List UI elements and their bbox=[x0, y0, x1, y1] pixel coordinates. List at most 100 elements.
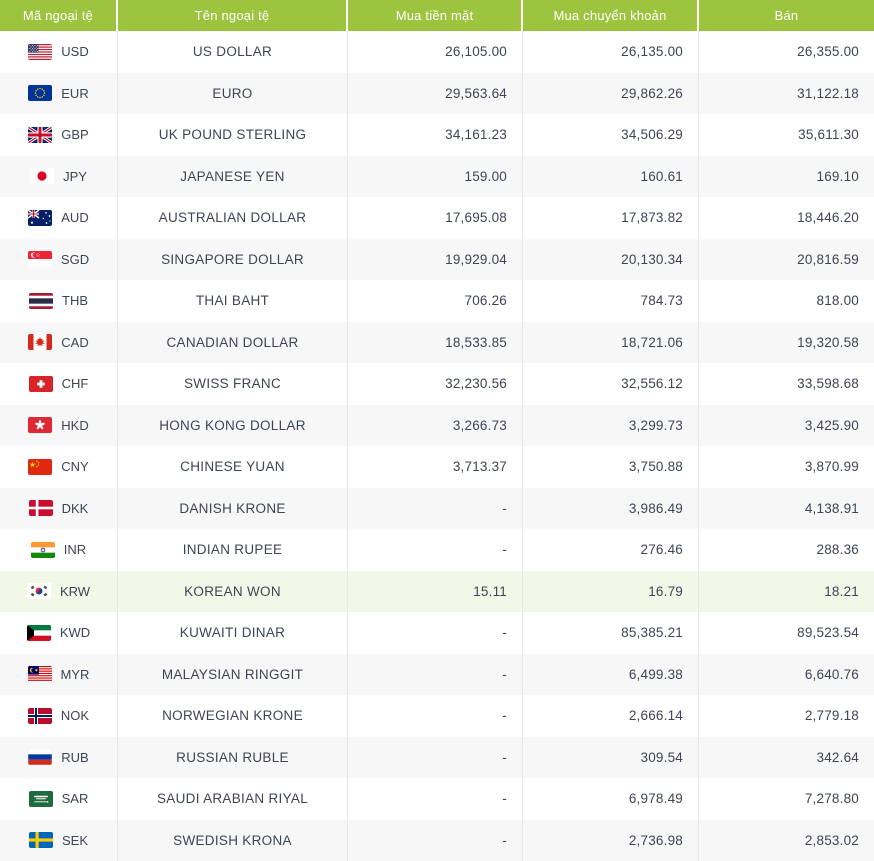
table-body: USDUS DOLLAR26,105.0026,135.0026,355.00E… bbox=[0, 31, 874, 861]
table-row-jpy: JPYJAPANESE YEN159.00160.61169.10 bbox=[0, 156, 874, 198]
table-row-nok: NOKNORWEGIAN KRONE-2,666.142,779.18 bbox=[0, 695, 874, 737]
table-row-sek: SEKSWEDISH KRONA-2,736.982,853.02 bbox=[0, 820, 874, 861]
transfer-buy-value: 20,130.34 bbox=[523, 239, 699, 281]
table-row-krw: KRWKOREAN WON15.1116.7918.21 bbox=[0, 571, 874, 613]
table-row-usd: USD US DOLLAR26,105.0026,135.0026,355.00 bbox=[0, 31, 874, 73]
currency-code-cell: THB bbox=[0, 280, 118, 322]
currency-code: THB bbox=[62, 293, 88, 308]
currency-name: US DOLLAR bbox=[118, 31, 348, 73]
transfer-buy-value: 17,873.82 bbox=[523, 197, 699, 239]
sell-value: 288.36 bbox=[699, 529, 874, 571]
currency-name: CANADIAN DOLLAR bbox=[118, 322, 348, 364]
cash-buy-value: 706.26 bbox=[348, 280, 523, 322]
sell-value: 169.10 bbox=[699, 156, 874, 198]
transfer-buy-value: 160.61 bbox=[523, 156, 699, 198]
cash-buy-value: 18,533.85 bbox=[348, 322, 523, 364]
currency-code-cell: EUR bbox=[0, 73, 118, 115]
sell-value: 2,853.02 bbox=[699, 820, 874, 861]
transfer-buy-value: 309.54 bbox=[523, 737, 699, 779]
currency-code-cell: USD bbox=[0, 31, 118, 73]
currency-code: GBP bbox=[61, 127, 88, 142]
cash-buy-value: 3,713.37 bbox=[348, 446, 523, 488]
currency-name: AUSTRALIAN DOLLAR bbox=[118, 197, 348, 239]
sell-value: 89,523.54 bbox=[699, 612, 874, 654]
currency-code-cell: KRW bbox=[0, 571, 118, 613]
currency-code-cell: CAD bbox=[0, 322, 118, 364]
sg-flag-icon bbox=[28, 251, 52, 267]
table-row-thb: THBTHAI BAHT706.26784.73818.00 bbox=[0, 280, 874, 322]
transfer-buy-value: 26,135.00 bbox=[523, 31, 699, 73]
currency-code: NOK bbox=[61, 708, 89, 723]
transfer-buy-value: 18,721.06 bbox=[523, 322, 699, 364]
column-header-transfer-buy: Mua chuyển khoản bbox=[523, 0, 699, 31]
currency-code-cell: DKK bbox=[0, 488, 118, 530]
sell-value: 19,320.58 bbox=[699, 322, 874, 364]
currency-code: JPY bbox=[63, 169, 87, 184]
cash-buy-value: 29,563.64 bbox=[348, 73, 523, 115]
column-header-sell: Bán bbox=[699, 0, 874, 31]
currency-code: HKD bbox=[61, 418, 88, 433]
exchange-rate-table: Mã ngoại tệ Tên ngoại tệ Mua tiền mặt Mu… bbox=[0, 0, 874, 861]
table-row-cny: CNYCHINESE YUAN3,713.373,750.883,870.99 bbox=[0, 446, 874, 488]
currency-name: SWEDISH KRONA bbox=[118, 820, 348, 861]
currency-code: KWD bbox=[60, 625, 90, 640]
currency-code-cell: SAR bbox=[0, 778, 118, 820]
table-row-eur: EUREURO29,563.6429,862.2631,122.18 bbox=[0, 73, 874, 115]
sell-value: 818.00 bbox=[699, 280, 874, 322]
my-flag-icon bbox=[28, 666, 52, 682]
transfer-buy-value: 16.79 bbox=[523, 571, 699, 613]
sell-value: 20,816.59 bbox=[699, 239, 874, 281]
sell-value: 33,598.68 bbox=[699, 363, 874, 405]
sell-value: 26,355.00 bbox=[699, 31, 874, 73]
se-flag-icon bbox=[29, 832, 53, 848]
cash-buy-value: - bbox=[348, 612, 523, 654]
cash-buy-value: 32,230.56 bbox=[348, 363, 523, 405]
sell-value: 31,122.18 bbox=[699, 73, 874, 115]
currency-code: SAR bbox=[62, 791, 89, 806]
currency-name: KOREAN WON bbox=[118, 571, 348, 613]
sell-value: 342.64 bbox=[699, 737, 874, 779]
currency-name: RUSSIAN RUBLE bbox=[118, 737, 348, 779]
cash-buy-value: 15.11 bbox=[348, 571, 523, 613]
in-flag-icon bbox=[31, 542, 55, 558]
sell-value: 7,278.80 bbox=[699, 778, 874, 820]
currency-code-cell: HKD bbox=[0, 405, 118, 447]
transfer-buy-value: 29,862.26 bbox=[523, 73, 699, 115]
cn-flag-icon bbox=[28, 459, 52, 475]
transfer-buy-value: 3,299.73 bbox=[523, 405, 699, 447]
sell-value: 18,446.20 bbox=[699, 197, 874, 239]
sell-value: 6,640.76 bbox=[699, 654, 874, 696]
currency-code: DKK bbox=[62, 501, 89, 516]
table-row-cad: CADCANADIAN DOLLAR18,533.8518,721.0619,3… bbox=[0, 322, 874, 364]
cash-buy-value: - bbox=[348, 820, 523, 861]
currency-code-cell: SEK bbox=[0, 820, 118, 861]
currency-code-cell: GBP bbox=[0, 114, 118, 156]
hk-flag-icon bbox=[28, 417, 52, 433]
cash-buy-value: - bbox=[348, 695, 523, 737]
currency-name: SAUDI ARABIAN RIYAL bbox=[118, 778, 348, 820]
currency-code-cell: MYR bbox=[0, 654, 118, 696]
kw-flag-icon bbox=[27, 625, 51, 641]
currency-name: KUWAITI DINAR bbox=[118, 612, 348, 654]
transfer-buy-value: 276.46 bbox=[523, 529, 699, 571]
kr-flag-icon bbox=[27, 583, 51, 599]
currency-code-cell: NOK bbox=[0, 695, 118, 737]
table-row-aud: AUDAUSTRALIAN DOLLAR17,695.0817,873.8218… bbox=[0, 197, 874, 239]
currency-name: NORWEGIAN KRONE bbox=[118, 695, 348, 737]
us-flag-icon bbox=[28, 44, 52, 60]
table-row-rub: RUBRUSSIAN RUBLE-309.54342.64 bbox=[0, 737, 874, 779]
transfer-buy-value: 6,499.38 bbox=[523, 654, 699, 696]
table-row-hkd: HKDHONG KONG DOLLAR3,266.733,299.733,425… bbox=[0, 405, 874, 447]
currency-code: USD bbox=[61, 44, 88, 59]
currency-code: INR bbox=[64, 542, 86, 557]
transfer-buy-value: 2,666.14 bbox=[523, 695, 699, 737]
column-header-currency-code: Mã ngoại tệ bbox=[0, 0, 118, 31]
cash-buy-value: 19,929.04 bbox=[348, 239, 523, 281]
cash-buy-value: 159.00 bbox=[348, 156, 523, 198]
currency-code: MYR bbox=[61, 667, 90, 682]
table-row-sar: SARSAUDI ARABIAN RIYAL-6,978.497,278.80 bbox=[0, 778, 874, 820]
currency-code: SEK bbox=[62, 833, 88, 848]
cash-buy-value: 26,105.00 bbox=[348, 31, 523, 73]
ru-flag-icon bbox=[28, 749, 52, 765]
cash-buy-value: - bbox=[348, 529, 523, 571]
